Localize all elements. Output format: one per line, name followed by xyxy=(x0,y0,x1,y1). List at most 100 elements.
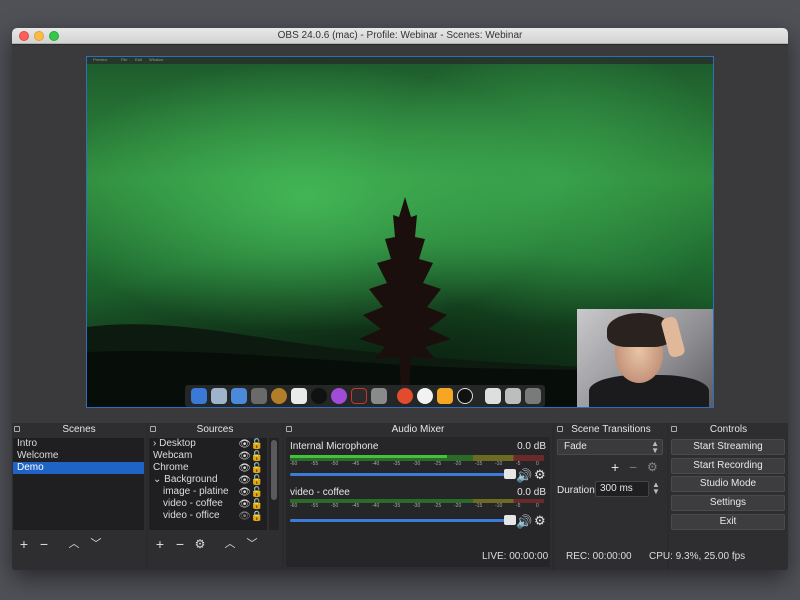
expand-chevron-icon[interactable]: › xyxy=(153,438,156,449)
source-item[interactable]: video - coffee 👁 🔓 xyxy=(149,498,267,510)
add-scene-button[interactable]: + xyxy=(16,537,32,552)
source-item[interactable]: › Desktop 👁 🔓 xyxy=(149,438,267,450)
meter-tick-label: -50 xyxy=(331,503,339,509)
move-scene-up-button[interactable]: ︿ xyxy=(66,538,82,552)
meter-tick-label: -40 xyxy=(372,461,380,467)
scene-item-selected[interactable]: Demo xyxy=(13,462,144,474)
sources-list: › Desktop 👁 🔓 Webcam 👁 🔓 Chrome 👁 🔓 ⌄ Ba… xyxy=(149,438,267,530)
meter-tick-label: -45 xyxy=(352,503,360,509)
preview-area: Preview File Edit Window xyxy=(12,45,788,423)
collapse-chevron-icon[interactable]: ⌄ xyxy=(153,474,161,485)
captured-dock xyxy=(185,385,545,407)
meter-tick-label: -40 xyxy=(372,503,380,509)
scene-item[interactable]: Welcome xyxy=(13,450,144,462)
channel-db: 0.0 dB xyxy=(517,487,546,498)
live-status: LIVE: 00:00:00 xyxy=(482,551,549,562)
mixer-body: Internal Microphone 0.0 dB -60 -55 -50 -45 -… xyxy=(286,437,550,567)
source-label: Background xyxy=(164,474,218,485)
transition-select[interactable]: Fade ▲ ▼ xyxy=(557,439,663,455)
source-item[interactable]: Chrome 👁 🔓 xyxy=(149,462,267,474)
remove-source-button[interactable]: − xyxy=(172,537,188,552)
sources-title: Sources xyxy=(196,424,234,435)
meter-tick-label: -30 xyxy=(413,503,421,509)
undock-icon[interactable] xyxy=(671,426,677,432)
source-label: video - coffee xyxy=(163,498,223,509)
webcam-overlay xyxy=(577,309,713,407)
meter-tick-label: -35 xyxy=(393,503,401,509)
duration-stepper-icon[interactable]: ▲ ▼ xyxy=(652,481,660,496)
transition-selected-value: Fade xyxy=(564,441,587,452)
sources-scrollbar[interactable] xyxy=(269,438,279,530)
add-source-button[interactable]: + xyxy=(152,537,168,552)
scenes-title: Scenes xyxy=(62,424,96,435)
source-properties-gear-icon[interactable]: ⚙ xyxy=(192,538,208,552)
start-recording-button[interactable]: Start Recording xyxy=(671,458,785,474)
captured-menubar: Preview File Edit Window xyxy=(87,57,713,64)
remove-scene-button[interactable]: − xyxy=(36,537,52,552)
meter-tick-label: -5 xyxy=(516,503,521,509)
move-source-up-button[interactable]: ︿ xyxy=(222,538,238,552)
undock-icon[interactable] xyxy=(14,426,20,432)
obs-window: OBS 24.0.6 (mac) - Profile: Webinar - Sc… xyxy=(12,28,788,570)
speaker-icon[interactable]: 🔊 xyxy=(516,468,532,484)
meter-tick-label: -25 xyxy=(434,461,442,467)
scenes-list: Intro Welcome Demo xyxy=(13,438,144,530)
source-label: image - platine xyxy=(163,486,229,497)
meter-tick-label: -30 xyxy=(413,461,421,467)
lock-closed-icon[interactable]: 🔒 xyxy=(251,511,263,523)
rec-status: REC: 00:00:00 xyxy=(566,551,632,562)
undock-icon[interactable] xyxy=(150,426,156,432)
transition-gear-icon[interactable]: ⚙ xyxy=(647,461,658,474)
meter-tick-label: -15 xyxy=(475,461,483,467)
meter-tick-label: -20 xyxy=(454,503,462,509)
source-label: Desktop xyxy=(159,438,196,449)
move-scene-down-button[interactable]: ﹀ xyxy=(88,538,104,552)
channel-name: video - coffee xyxy=(290,487,350,498)
add-transition-button[interactable]: + xyxy=(611,460,619,474)
source-item[interactable]: image - platine 👁 🔓 xyxy=(149,486,267,498)
select-arrows-icon: ▲ ▼ xyxy=(651,439,659,455)
audio-mixer-panel: Audio Mixer Internal Microphone 0.0 dB -… xyxy=(284,423,552,570)
meter-tick-label: -60 xyxy=(290,503,298,509)
title-bar: OBS 24.0.6 (mac) - Profile: Webinar - Sc… xyxy=(12,28,788,44)
scenes-panel: Scenes Intro Welcome Demo + − ︿ ﹀ xyxy=(12,423,146,570)
undock-icon[interactable] xyxy=(286,426,292,432)
channel-name: Internal Microphone xyxy=(290,441,379,452)
meter-tick-label: -5 xyxy=(516,461,521,467)
gear-icon[interactable]: ⚙ xyxy=(534,513,546,529)
start-streaming-button[interactable]: Start Streaming xyxy=(671,439,785,455)
move-source-down-button[interactable]: ﹀ xyxy=(244,538,260,552)
source-group[interactable]: ⌄ Background 👁 🔓 xyxy=(149,474,267,486)
exit-button[interactable]: Exit xyxy=(671,514,785,530)
volume-slider-knob[interactable] xyxy=(504,515,516,525)
window-title: OBS 24.0.6 (mac) - Profile: Webinar - Sc… xyxy=(277,30,523,41)
speaker-icon[interactable]: 🔊 xyxy=(516,514,532,530)
preview-canvas[interactable]: Preview File Edit Window xyxy=(86,56,714,408)
meter-tick-label: -10 xyxy=(495,461,503,467)
mixer-channel: Internal Microphone 0.0 dB -60 -55 -50 -45 -… xyxy=(290,441,548,485)
meter-scale: -60 -55 -50 -45 -40 -35 -30 -25 -20 -15 -10 -5 0 xyxy=(290,503,544,511)
undock-icon[interactable] xyxy=(557,426,563,432)
volume-slider[interactable] xyxy=(290,515,516,525)
meter-tick-label: -25 xyxy=(434,503,442,509)
source-item[interactable]: Webcam 👁 🔓 xyxy=(149,450,267,462)
remove-transition-button[interactable]: − xyxy=(629,460,637,474)
captured-menu-item: File xyxy=(121,57,128,62)
meter-tick-label: -55 xyxy=(311,503,319,509)
gear-icon[interactable]: ⚙ xyxy=(534,467,546,483)
hidden-eye-icon[interactable]: 👁 xyxy=(238,511,251,523)
audio-mixer-title: Audio Mixer xyxy=(391,424,445,435)
settings-button[interactable]: Settings xyxy=(671,495,785,511)
volume-slider-knob[interactable] xyxy=(504,469,516,479)
studio-mode-button[interactable]: Studio Mode xyxy=(671,476,785,492)
meter-tick-label: -60 xyxy=(290,461,298,467)
scene-item[interactable]: Intro xyxy=(13,438,144,450)
mixer-channel: video - coffee 0.0 dB -60 -55 -50 -45 -40 -35… xyxy=(290,487,548,531)
volume-slider[interactable] xyxy=(290,469,516,479)
sources-panel: Sources › Desktop 👁 🔓 Webcam 👁 🔓 Chrome … xyxy=(148,423,282,570)
meter-tick-label: -35 xyxy=(393,461,401,467)
duration-input[interactable]: 300 ms xyxy=(595,481,649,497)
meter-tick-label: -20 xyxy=(454,461,462,467)
source-item[interactable]: video - office 👁 🔒 xyxy=(149,510,267,522)
source-label: Chrome xyxy=(153,462,189,473)
